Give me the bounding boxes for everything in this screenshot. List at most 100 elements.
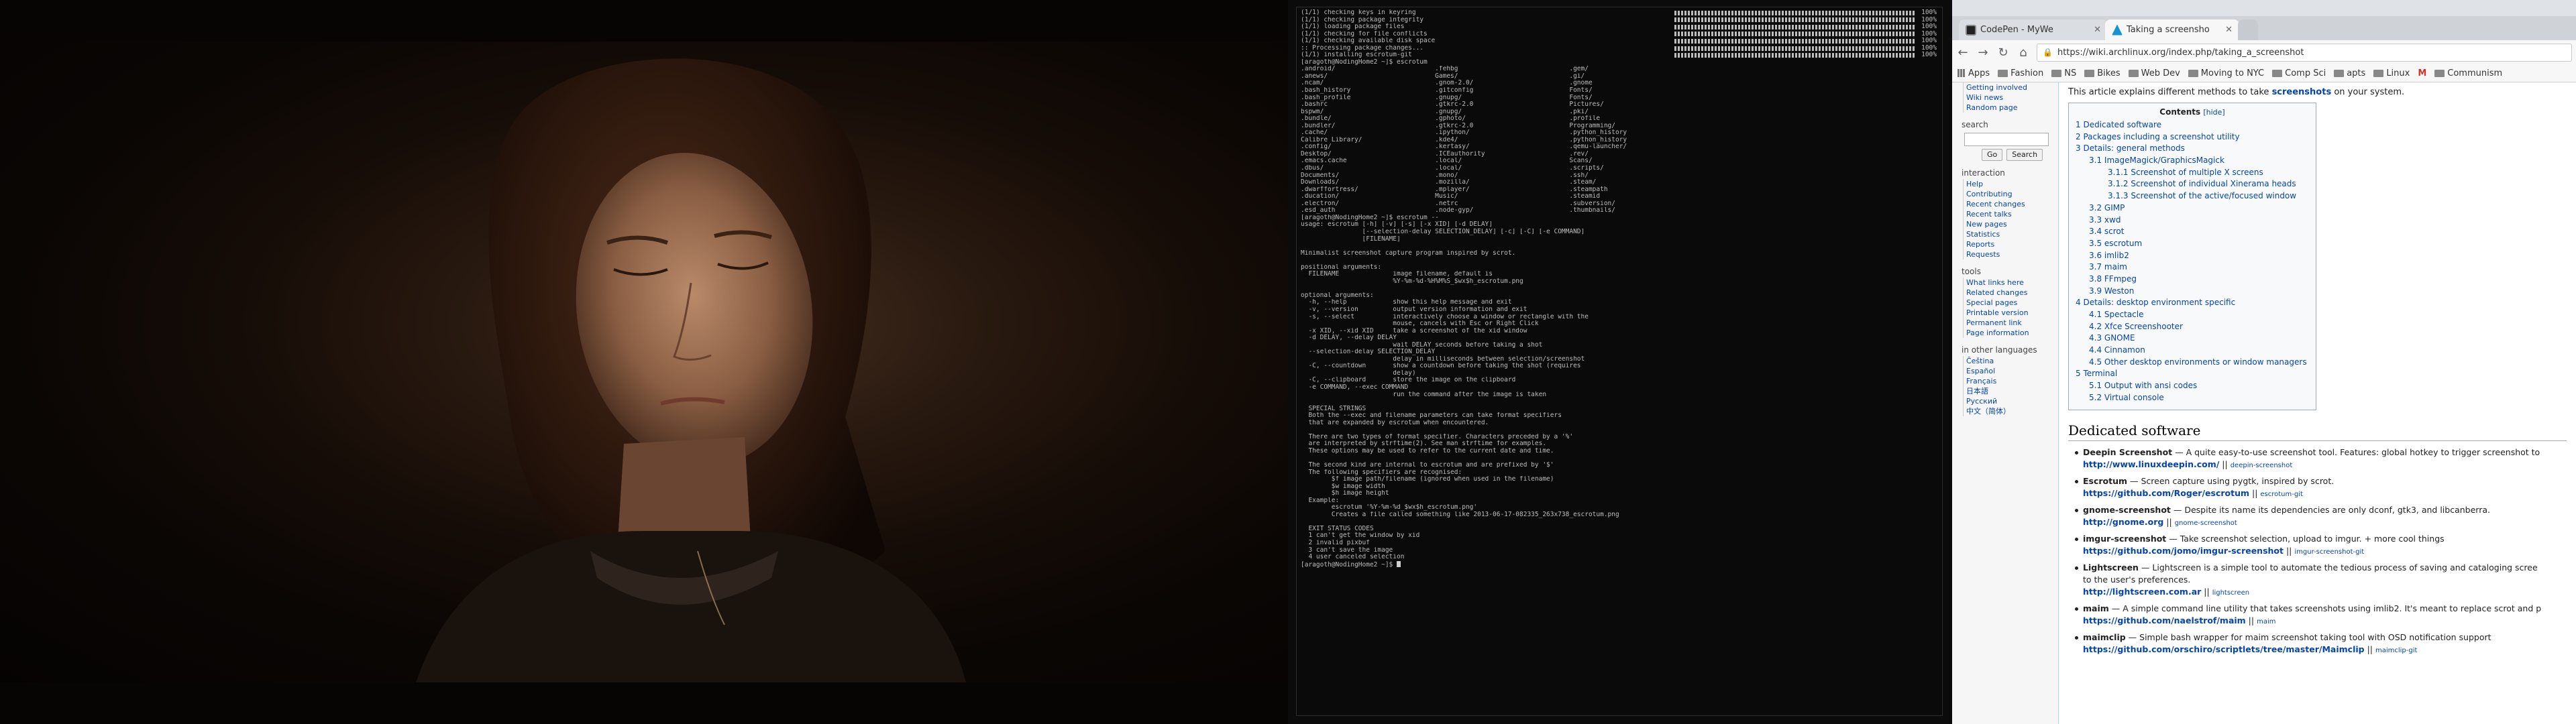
go-button[interactable]: Go (1982, 149, 2003, 161)
back-icon[interactable]: ← (1956, 46, 1970, 60)
toc-entry[interactable]: 5 Terminal (2076, 368, 2309, 380)
bookmark-web-dev[interactable]: Web Dev (2128, 68, 2180, 78)
software-url[interactable]: https://github.com/jomo/imgur-screenshot (2083, 546, 2284, 556)
toc-entry[interactable]: 4.4 Cinnamon (2076, 345, 2309, 357)
sidebar-link[interactable]: Español (1964, 366, 2058, 376)
bookmark-communism[interactable]: Communism (2434, 68, 2502, 78)
toc-entry[interactable]: 3.8 FFmpeg (2076, 274, 2309, 286)
progress-row: 100% (1668, 44, 1937, 52)
sidebar-link[interactable]: 中文（简体） (1964, 406, 2058, 416)
search-input[interactable] (1964, 133, 2049, 146)
toc-entry[interactable]: 3.1.2 Screenshot of individual Xinerama … (2076, 178, 2309, 190)
close-icon[interactable]: ✕ (2225, 25, 2233, 35)
sidebar-link[interactable]: Русский (1964, 396, 2058, 406)
progress-row: 100% (1668, 52, 1937, 59)
search-button[interactable]: Search (2006, 149, 2043, 161)
toc-entry[interactable]: 3.1 ImageMagick/GraphicsMagick (2076, 155, 2309, 167)
screenshots-link[interactable]: screenshots (2272, 87, 2332, 97)
sidebar-link[interactable]: Help (1964, 179, 2058, 189)
toc-entry[interactable]: 3.1.1 Screenshot of multiple X screens (2076, 167, 2309, 179)
sidebar-link[interactable]: Page information (1964, 328, 2058, 338)
package-link[interactable]: gnome-screenshot (2175, 520, 2237, 527)
address-bar[interactable]: 🔒 https://wiki.archlinux.org/index.php/t… (2037, 43, 2572, 62)
bookmark-apps[interactable]: Apps (1957, 68, 1990, 78)
toc-entry[interactable]: 4 Details: desktop environment specific (2076, 297, 2309, 309)
sidebar-link[interactable]: What links here (1964, 278, 2058, 288)
sidebar-link[interactable]: Recent changes (1964, 199, 2058, 209)
home-icon[interactable]: ⌂ (2017, 46, 2030, 60)
software-entry: gnome-screenshot — Despite its name its … (2068, 504, 2567, 530)
software-description: — A quite easy-to-use screenshot tool. F… (2172, 446, 2540, 457)
toc-entry[interactable]: 5.1 Output with ansi codes (2076, 380, 2309, 392)
sidebar-link[interactable]: Requests (1964, 249, 2058, 259)
sidebar-link[interactable]: Special pages (1964, 298, 2058, 308)
toc-entry[interactable]: 4.5 Other desktop environments or window… (2076, 357, 2309, 369)
bookmark-m[interactable]: M (2418, 68, 2426, 78)
terminal-line: 2 invalid pixbuf (1301, 540, 1370, 547)
bookmark-comp-sci[interactable]: Comp Sci (2272, 68, 2326, 78)
sidebar-link[interactable]: Related changes (1964, 288, 2058, 298)
terminal-line: [aragoth@NodingHome2 ~]$ (1301, 560, 1938, 568)
package-link[interactable]: lightscreen (2212, 589, 2249, 597)
bookmark-linux[interactable]: Linux (2373, 68, 2410, 78)
software-url[interactable]: http://www.linuxdeepin.com/ (2083, 459, 2219, 469)
terminal-line: [aragoth@NodingHome2 ~]$ escrotum (1301, 58, 1428, 66)
tab-codepen[interactable]: CodePen - MyWe ✕ (1959, 19, 2108, 40)
tab-taking-a-screenshot[interactable]: Taking a screensho ✕ (2105, 19, 2239, 40)
toc-entry[interactable]: 3.9 Weston (2076, 286, 2309, 298)
package-link[interactable]: maim (2257, 618, 2275, 625)
terminal-window[interactable]: (1/1) checking keys in keyring (1/1) chec… (1296, 7, 1943, 716)
toc-entry[interactable]: 3.2 GIMP (2076, 202, 2309, 215)
sidebar-link[interactable]: Random page (1964, 103, 2058, 113)
sidebar-link[interactable]: Statistics (1964, 229, 2058, 239)
progress-bar (1674, 32, 1917, 37)
toc-entry[interactable]: 3 Details: general methods (2076, 143, 2309, 155)
software-url[interactable]: https://github.com/Roger/escrotum (2083, 488, 2249, 498)
software-url[interactable]: http://lightscreen.com.ar (2083, 587, 2201, 597)
bookmark-ns[interactable]: NS (2051, 68, 2076, 78)
toc-entry[interactable]: 5.2 Virtual console (2076, 392, 2309, 404)
sidebar-link[interactable]: Français (1964, 376, 2058, 386)
forward-icon[interactable]: → (1976, 46, 1990, 60)
toc-entry[interactable]: 1 Dedicated software (2076, 119, 2309, 131)
toc-entry[interactable]: 4.3 GNOME (2076, 333, 2309, 345)
toc-entry[interactable]: 3.7 maim (2076, 261, 2309, 274)
sidebar-link[interactable]: Getting involved (1964, 82, 2058, 93)
folder-icon (2272, 69, 2283, 77)
package-link[interactable]: escrotum-git (2260, 491, 2303, 498)
toc-entry[interactable]: 4.1 Spectacle (2076, 309, 2309, 321)
toc-entry[interactable]: 4.2 Xfce Screenshooter (2076, 321, 2309, 333)
software-name: maimclip (2083, 631, 2126, 642)
toc-entry[interactable]: 2 Packages including a screenshot utilit… (2076, 131, 2309, 143)
sidebar-link[interactable]: Permanent link (1964, 318, 2058, 328)
sidebar-link[interactable]: Recent talks (1964, 209, 2058, 219)
sidebar-link[interactable]: Čeština (1964, 356, 2058, 366)
bookmark-moving-to-nyc[interactable]: Moving to NYC (2188, 68, 2264, 78)
package-link[interactable]: imgur-screenshot-git (2294, 548, 2364, 556)
toc-entry[interactable]: 3.6 imlib2 (2076, 250, 2309, 262)
bookmark-bikes[interactable]: Bikes (2084, 68, 2121, 78)
toc-entry[interactable]: 3.4 scrot (2076, 226, 2309, 238)
software-url[interactable]: https://github.com/orschiro/scriptlets/t… (2083, 644, 2365, 654)
close-icon[interactable]: ✕ (2094, 25, 2101, 35)
sidebar-link[interactable]: New pages (1964, 219, 2058, 229)
new-tab-button[interactable] (2238, 19, 2258, 40)
sidebar-link[interactable]: Wiki news (1964, 93, 2058, 103)
bookmark-fashion[interactable]: Fashion (1998, 68, 2043, 78)
toc-entry[interactable]: 3.3 xwd (2076, 215, 2309, 227)
bookmark-apts[interactable]: apts (2334, 68, 2365, 78)
package-link[interactable]: maimclip-git (2375, 647, 2417, 654)
toc-hide-link[interactable]: [hide] (2203, 108, 2224, 117)
reload-icon[interactable]: ↻ (1996, 46, 2010, 60)
sidebar-link[interactable]: Contributing (1964, 189, 2058, 199)
toc-entry[interactable]: 3.5 escrotum (2076, 238, 2309, 250)
sidebar-link[interactable]: 日本語 (1964, 386, 2058, 396)
sidebar-link[interactable]: Reports (1964, 239, 2058, 249)
package-link[interactable]: deepin-screenshot (2231, 462, 2293, 469)
sidebar-link[interactable]: Printable version (1964, 308, 2058, 318)
terminal-line: mouse, cancels with Esc or Right Click (1301, 320, 1539, 328)
software-url[interactable]: http://gnome.org (2083, 517, 2163, 527)
software-url[interactable]: https://github.com/naelstrof/maim (2083, 615, 2246, 625)
toc-entry[interactable]: 3.1.3 Screenshot of the active/focused w… (2076, 190, 2309, 202)
